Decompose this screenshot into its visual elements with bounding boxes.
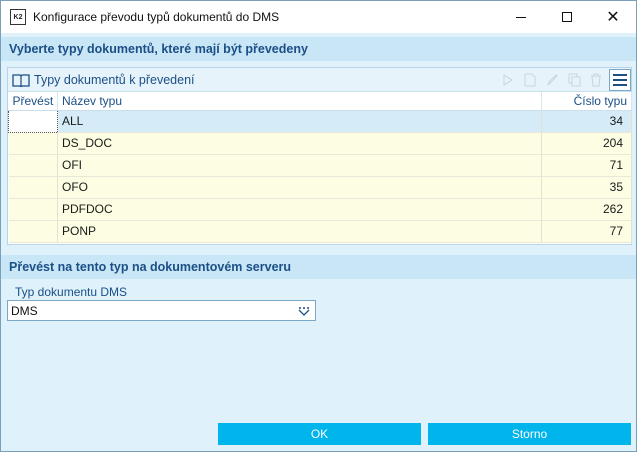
- table-row[interactable]: DS_DOC 204: [8, 132, 632, 155]
- book-icon: [12, 72, 30, 88]
- table-row[interactable]: OFO 35: [8, 176, 632, 199]
- hamburger-menu-icon[interactable]: [609, 69, 631, 91]
- type-name-cell: OFI: [57, 154, 542, 177]
- dialog-window: K2 Konfigurace převodu typů dokumentů do…: [0, 0, 637, 452]
- maximize-button[interactable]: [544, 1, 590, 33]
- grid-toolbar-actions: [497, 68, 631, 92]
- edit-pencil-icon[interactable]: [541, 69, 563, 91]
- type-name-cell: OFO: [57, 176, 542, 199]
- table-row[interactable]: ALL 34: [8, 109, 632, 133]
- delete-trash-icon[interactable]: [585, 69, 607, 91]
- type-number-cell: 35: [541, 176, 632, 199]
- minimize-icon: [516, 16, 526, 18]
- dms-type-label: Typ dokumentu DMS: [15, 285, 128, 299]
- play-icon[interactable]: [497, 69, 519, 91]
- maximize-icon: [562, 12, 572, 22]
- type-number-cell: 34: [541, 110, 632, 133]
- type-number-cell: 71: [541, 154, 632, 177]
- dms-type-value: DMS: [11, 303, 38, 318]
- new-document-icon[interactable]: [519, 69, 541, 91]
- dropdown-arrow-icon[interactable]: [296, 303, 312, 318]
- table-header: Převést Název typu Číslo typu: [8, 92, 632, 111]
- type-number-cell: 77: [541, 220, 632, 243]
- type-number-cell: 204: [541, 132, 632, 155]
- grid-toolbar: Typy dokumentů k převedení: [8, 68, 631, 92]
- type-name-cell: DS_DOC: [57, 132, 542, 155]
- grid-title: Typy dokumentů k převedení: [34, 72, 195, 87]
- convert-cell[interactable]: [8, 176, 58, 199]
- window-title: Konfigurace převodu typů dokumentů do DM…: [33, 10, 280, 24]
- close-button[interactable]: ✕: [590, 1, 636, 33]
- convert-cell[interactable]: [8, 220, 58, 243]
- title-bar: K2 Konfigurace převodu typů dokumentů do…: [1, 1, 636, 33]
- convert-cell[interactable]: [8, 132, 58, 155]
- table-row[interactable]: PONP 77: [8, 220, 632, 243]
- dms-type-select[interactable]: DMS: [7, 300, 316, 321]
- table-row[interactable]: OFI 71: [8, 154, 632, 177]
- convert-cell[interactable]: [8, 154, 58, 177]
- minimize-button[interactable]: [498, 1, 544, 33]
- table-row[interactable]: PDFDOC 262: [8, 198, 632, 221]
- type-name-cell: PONP: [57, 220, 542, 243]
- convert-cell[interactable]: [8, 198, 58, 221]
- section-title-select-types: Vyberte typy dokumentů, které mají být p…: [1, 37, 636, 61]
- document-types-table: Převést Název typu Číslo typu ALL 34 DS_…: [8, 92, 632, 243]
- type-name-cell: ALL: [57, 110, 542, 133]
- column-header-convert[interactable]: Převést: [8, 92, 58, 111]
- section-title-target-type: Převést na tento typ na dokumentovém ser…: [1, 255, 636, 279]
- column-header-type-number[interactable]: Číslo typu: [541, 92, 632, 111]
- type-name-cell: PDFDOC: [57, 198, 542, 221]
- type-number-cell: 262: [541, 198, 632, 221]
- app-icon: K2: [10, 9, 26, 25]
- copy-icon[interactable]: [563, 69, 585, 91]
- storno-button[interactable]: Storno: [428, 423, 631, 445]
- ok-button[interactable]: OK: [218, 423, 421, 445]
- document-types-grid: Typy dokumentů k převedení Převést Název…: [7, 67, 632, 245]
- close-icon: ✕: [606, 7, 620, 26]
- column-header-type-name[interactable]: Název typu: [57, 92, 542, 111]
- convert-cell[interactable]: [8, 109, 58, 133]
